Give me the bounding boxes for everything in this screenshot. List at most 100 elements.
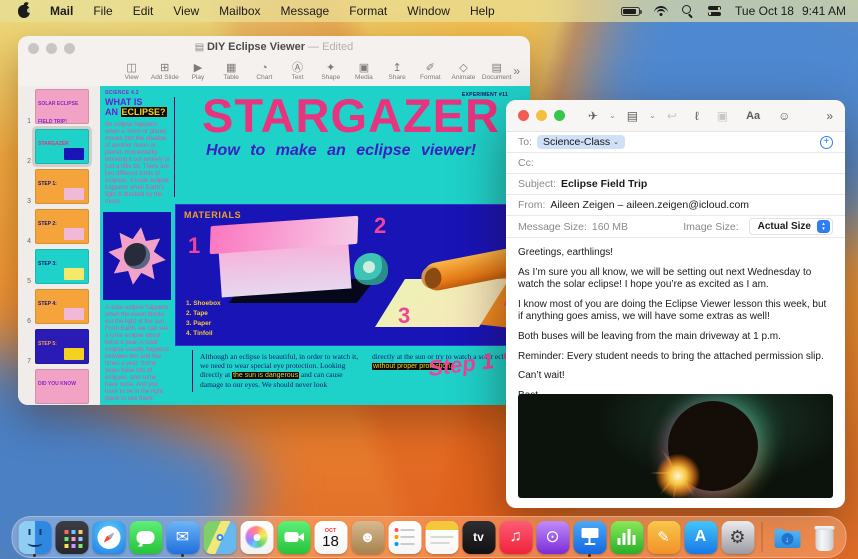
toolbar-overflow-button[interactable]: » bbox=[513, 64, 520, 78]
mail-body-paragraph: Reminder: Every student needs to bring t… bbox=[518, 350, 824, 362]
dock-downloads[interactable]: ↓ bbox=[770, 518, 804, 556]
dock-music[interactable]: ♫ bbox=[499, 518, 533, 556]
from-field[interactable]: From: Aileen Zeigen – aileen.zeigen@iclo… bbox=[506, 195, 845, 216]
slide-canvas[interactable]: SCIENCE 4.2 EXPERIMENT #11 WHAT IS AN EC… bbox=[100, 86, 530, 405]
clock-date: Tue Oct 18 bbox=[735, 4, 794, 18]
dock-facetime[interactable] bbox=[277, 518, 311, 556]
slide-thumbnail-8[interactable]: DID YOU KNOW bbox=[18, 368, 100, 405]
control-center-icon[interactable] bbox=[708, 6, 722, 17]
view-icon: ◫ bbox=[126, 61, 137, 74]
dock-numbers[interactable] bbox=[610, 518, 644, 556]
dock-trash[interactable] bbox=[807, 518, 841, 556]
add-slide-icon: ⊞ bbox=[160, 61, 170, 74]
battery-icon[interactable] bbox=[621, 6, 643, 16]
slide-left-column-2: A solar eclipse happens when the moon bl… bbox=[105, 305, 171, 403]
menu-bar-clock[interactable]: Tue Oct 18 9:41 AM bbox=[735, 4, 846, 18]
more-icon[interactable]: » bbox=[817, 109, 833, 123]
wifi-icon[interactable] bbox=[654, 5, 669, 17]
danger-highlight: the sun is dangerous bbox=[232, 372, 300, 379]
apple-menu-icon[interactable] bbox=[18, 4, 32, 18]
slide-thumbnail-7[interactable]: 7 STEP 5: bbox=[18, 328, 100, 366]
dock-photos[interactable] bbox=[240, 518, 274, 556]
document-title: DIY Eclipse Viewer bbox=[206, 41, 305, 53]
toolbar-document-button[interactable]: ▤ Document bbox=[480, 62, 513, 81]
sun-illustration bbox=[103, 212, 171, 300]
dock-podcasts[interactable]: ⊙ bbox=[536, 518, 570, 556]
toolbar-chart-button[interactable]: ◔ Chart bbox=[248, 62, 281, 81]
toolbar-view-button[interactable]: ◫ View bbox=[115, 62, 148, 81]
cc-field[interactable]: Cc: bbox=[506, 153, 845, 174]
image-size-value: Actual Size bbox=[757, 221, 811, 232]
document-icon: ▤ bbox=[491, 61, 502, 74]
chart-icon: ◔ bbox=[261, 61, 268, 74]
slide-thumbnail-3[interactable]: 3 STEP 1: bbox=[18, 168, 100, 206]
toolbar-shape-button[interactable]: ✦ Shape bbox=[314, 62, 347, 81]
minimize-button[interactable] bbox=[536, 110, 547, 121]
toolbar-add-slide-button[interactable]: ⊞ Add Slide bbox=[148, 62, 181, 81]
menu-item-help[interactable]: Help bbox=[460, 2, 505, 20]
send-options-chevron-icon[interactable]: ⌄ bbox=[607, 111, 618, 120]
menu-item-format[interactable]: Format bbox=[339, 2, 397, 20]
add-recipient-button[interactable]: + bbox=[820, 135, 833, 149]
header-fields-icon[interactable]: ▤ bbox=[618, 109, 647, 123]
materials-list-item: 1. Shoebox bbox=[186, 300, 221, 307]
emoji-icon[interactable]: ☺ bbox=[769, 109, 799, 123]
dock-calendar[interactable]: OCT 18 bbox=[314, 518, 348, 556]
menu-item-message[interactable]: Message bbox=[271, 2, 340, 20]
toolbar-text-button[interactable]: Ⓐ Text bbox=[281, 62, 314, 81]
menu-item-mail[interactable]: Mail bbox=[40, 2, 83, 20]
format-icon[interactable]: Aa bbox=[737, 110, 769, 122]
window-controls bbox=[518, 110, 565, 121]
dock-finder[interactable] bbox=[18, 518, 52, 557]
to-field[interactable]: To: Science-Class ⌄ + bbox=[506, 132, 845, 153]
toolbar-media-button[interactable]: ▣ Media bbox=[347, 62, 380, 81]
keynote-titlebar[interactable]: ▤ DIY Eclipse Viewer — Edited bbox=[18, 36, 530, 56]
mail-compose-window: ✈ ⌄ ▤ ⌄ ↩ ℓ ▣ Aa ☺» To: Science-Class ⌄ + Cc: Su… bbox=[506, 100, 845, 508]
window-title: ▤ DIY Eclipse Viewer — Edited bbox=[18, 41, 530, 53]
menu-item-view[interactable]: View bbox=[163, 2, 209, 20]
dock-maps[interactable] bbox=[203, 518, 237, 556]
recipient-token[interactable]: Science-Class ⌄ bbox=[537, 135, 625, 149]
dock-app-store[interactable]: A bbox=[684, 518, 718, 556]
toolbar-table-button[interactable]: ▦ Table bbox=[215, 62, 248, 81]
close-button[interactable] bbox=[518, 110, 529, 121]
header-fields-chevron-icon[interactable]: ⌄ bbox=[647, 111, 658, 120]
slide-thumbnail-1[interactable]: 1 SOLAR ECLIPSE FIELD TRIP! bbox=[18, 88, 100, 126]
dock-launchpad[interactable] bbox=[55, 518, 89, 556]
toolbar-play-button[interactable]: ▶ Play bbox=[181, 62, 214, 81]
dock-keynote[interactable] bbox=[573, 518, 607, 557]
search-icon[interactable] bbox=[682, 5, 694, 17]
menu-item-window[interactable]: Window bbox=[397, 2, 460, 20]
slide-thumbnail-4[interactable]: 4 STEP 2: bbox=[18, 208, 100, 246]
menu-item-edit[interactable]: Edit bbox=[123, 2, 164, 20]
toolbar-animate-button[interactable]: ◇ Animate bbox=[447, 62, 480, 81]
slide-thumbnail-5[interactable]: 5 STEP 3: bbox=[18, 248, 100, 286]
attach-icon[interactable]: ℓ bbox=[686, 109, 708, 123]
chevron-down-icon: ⌄ bbox=[613, 139, 619, 146]
dock-tv[interactable]: tv bbox=[462, 518, 496, 556]
toolbar-share-button[interactable]: ↥ Share bbox=[381, 62, 414, 81]
dock-reminders[interactable] bbox=[388, 518, 422, 556]
menu-item-file[interactable]: File bbox=[83, 2, 122, 20]
image-size-dropdown[interactable]: Actual Size ▲ ▼ bbox=[748, 218, 833, 235]
share-icon: ↥ bbox=[392, 61, 402, 74]
keynote-window: ▤ DIY Eclipse Viewer — Edited ◫ View ⊞ Add … bbox=[18, 36, 530, 405]
dock-safari[interactable] bbox=[92, 518, 126, 556]
zoom-button[interactable] bbox=[554, 110, 565, 121]
slide-thumbnail-6[interactable]: 6 STEP 4: bbox=[18, 288, 100, 326]
send-icon[interactable]: ✈ bbox=[579, 109, 607, 123]
mail-toolbar[interactable]: ✈ ⌄ ▤ ⌄ ↩ ℓ ▣ Aa ☺» bbox=[506, 100, 845, 132]
dock-pages[interactable]: ✎ bbox=[647, 518, 681, 556]
eclipse-photo-attachment[interactable] bbox=[518, 394, 833, 498]
dock-notes[interactable] bbox=[425, 518, 459, 556]
dock-mail[interactable]: ✉ bbox=[166, 518, 200, 557]
slide-number: 4 bbox=[27, 238, 31, 245]
toolbar-format-button[interactable]: ✐ Format bbox=[414, 62, 447, 81]
slide-thumbnail-2[interactable]: 2 STARGAZER bbox=[18, 128, 100, 166]
menu-item-mailbox[interactable]: Mailbox bbox=[209, 2, 270, 20]
message-body[interactable]: Greetings, earthlings! As I’m sure you al… bbox=[506, 238, 845, 415]
dock-contacts[interactable]: ☻ bbox=[351, 518, 385, 556]
dock-messages[interactable] bbox=[129, 518, 163, 556]
dock-system-settings[interactable]: ⚙ bbox=[721, 518, 755, 556]
subject-field[interactable]: Subject: Eclipse Field Trip bbox=[506, 174, 845, 195]
